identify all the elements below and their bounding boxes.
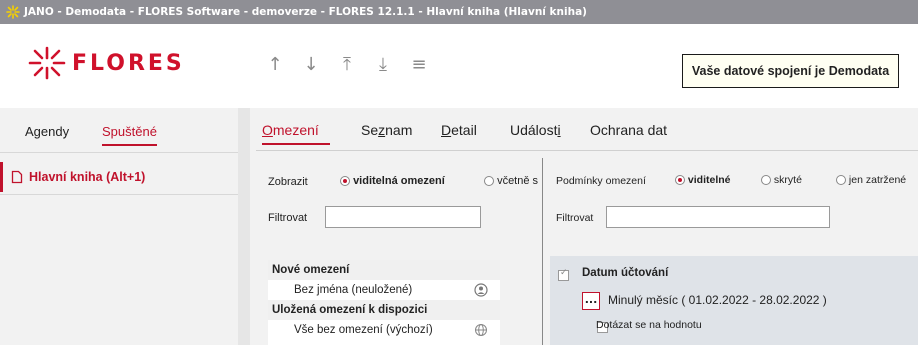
radio-including-hidden[interactable]: včetně s (484, 175, 540, 187)
list-header-saved: Uložená omezení k dispozici (268, 300, 500, 320)
restriction-list: Nové omezení Bez jména (neuložené) Ulože… (268, 260, 500, 345)
conditions-filter-input[interactable] (606, 206, 830, 228)
arrow-down-icon[interactable]: ↓ (300, 54, 322, 76)
menu-icon[interactable]: ≡ (408, 54, 430, 76)
record-navigation: ↑ ↓ ⤒ ⤓ ≡ (264, 54, 430, 76)
divider (256, 150, 918, 151)
arrow-to-top-icon[interactable]: ⤒ (336, 54, 358, 76)
running-item-label: Hlavní kniha (Alt+1) (29, 170, 146, 184)
arrow-to-bottom-icon[interactable]: ⤓ (372, 54, 394, 76)
active-tab-indicator (262, 143, 330, 145)
tab-omezeni[interactable]: Omezení (262, 122, 319, 138)
running-item-hlavni-kniha[interactable]: Hlavní kniha (Alt+1) (0, 162, 238, 192)
tab-seznam[interactable]: Seznam (361, 122, 412, 138)
divider (0, 194, 238, 195)
tab-spustene[interactable]: Spuštěné (102, 124, 157, 146)
left-panel: Agendy Spuštěné Hlavní kniha (Alt+1) (0, 108, 238, 345)
logo-text: FLORES (72, 50, 185, 76)
radio-dot (836, 175, 846, 186)
globe-icon (475, 324, 487, 336)
ask-value-label: Dotázat se na hodnotu (596, 319, 702, 331)
condition-checkbox[interactable] (558, 268, 569, 281)
condition-title: Datum účtování (582, 267, 669, 279)
panel-splitter[interactable] (238, 108, 250, 345)
list-item-unnamed[interactable]: Bez jména (neuložené) (268, 280, 500, 300)
conditions-label: Podmínky omezení (556, 175, 646, 187)
radio-conditions-visible[interactable]: viditelné (675, 174, 731, 186)
condition-value-text: Minulý měsíc ( 01.02.2022 - 28.02.2022 ) (608, 293, 827, 307)
condition-value-button[interactable]: ... (582, 292, 600, 310)
document-icon (11, 170, 23, 184)
list-header-new: Nové omezení (268, 260, 500, 280)
flores-app-icon (6, 5, 20, 19)
radio-conditions-checked-only[interactable]: jen zatržené (836, 174, 906, 186)
tab-agendy[interactable]: Agendy (25, 124, 69, 139)
main-area: Omezení Seznam Detail Události Ochrana d… (250, 108, 918, 345)
list-item-all-default[interactable]: Vše bez omezení (výchozí) (268, 320, 500, 340)
flores-logo-icon (28, 46, 66, 80)
main-tabs: Omezení Seznam Detail Události Ochrana d… (250, 108, 918, 152)
user-icon (474, 283, 488, 297)
filter-label: Filtrovat (268, 212, 308, 224)
tab-udalosti[interactable]: Události (510, 122, 561, 138)
radio-conditions-hidden[interactable]: skryté (761, 174, 802, 186)
filter-input[interactable] (325, 206, 481, 228)
tab-detail[interactable]: Detail (441, 122, 477, 138)
window-titlebar: JANO - Demodata - FLORES Software - demo… (0, 0, 918, 24)
radio-dot (675, 175, 685, 186)
flores-logo: FLORES (28, 46, 185, 80)
window-title: JANO - Demodata - FLORES Software - demo… (24, 6, 587, 18)
conditions-filter-label: Filtrovat (556, 212, 594, 224)
show-label: Zobrazit (268, 176, 308, 188)
radio-dot (484, 176, 494, 187)
section-divider (542, 158, 543, 345)
left-panel-tabs: Agendy Spuštěné (0, 108, 238, 152)
divider (0, 152, 238, 153)
connection-notice: Vaše datové spojení je Demodata (682, 54, 899, 88)
radio-visible-restrictions[interactable]: viditelná omezení (340, 175, 445, 187)
radio-dot (761, 175, 771, 186)
condition-panel: Datum účtování ... Minulý měsíc ( 01.02.… (550, 256, 918, 345)
arrow-up-icon[interactable]: ↑ (264, 54, 286, 76)
tab-ochrana-dat[interactable]: Ochrana dat (590, 122, 667, 138)
radio-dot (340, 176, 350, 187)
app-header: FLORES ↑ ↓ ⤒ ⤓ ≡ Vaše datové spojení je … (0, 24, 918, 108)
